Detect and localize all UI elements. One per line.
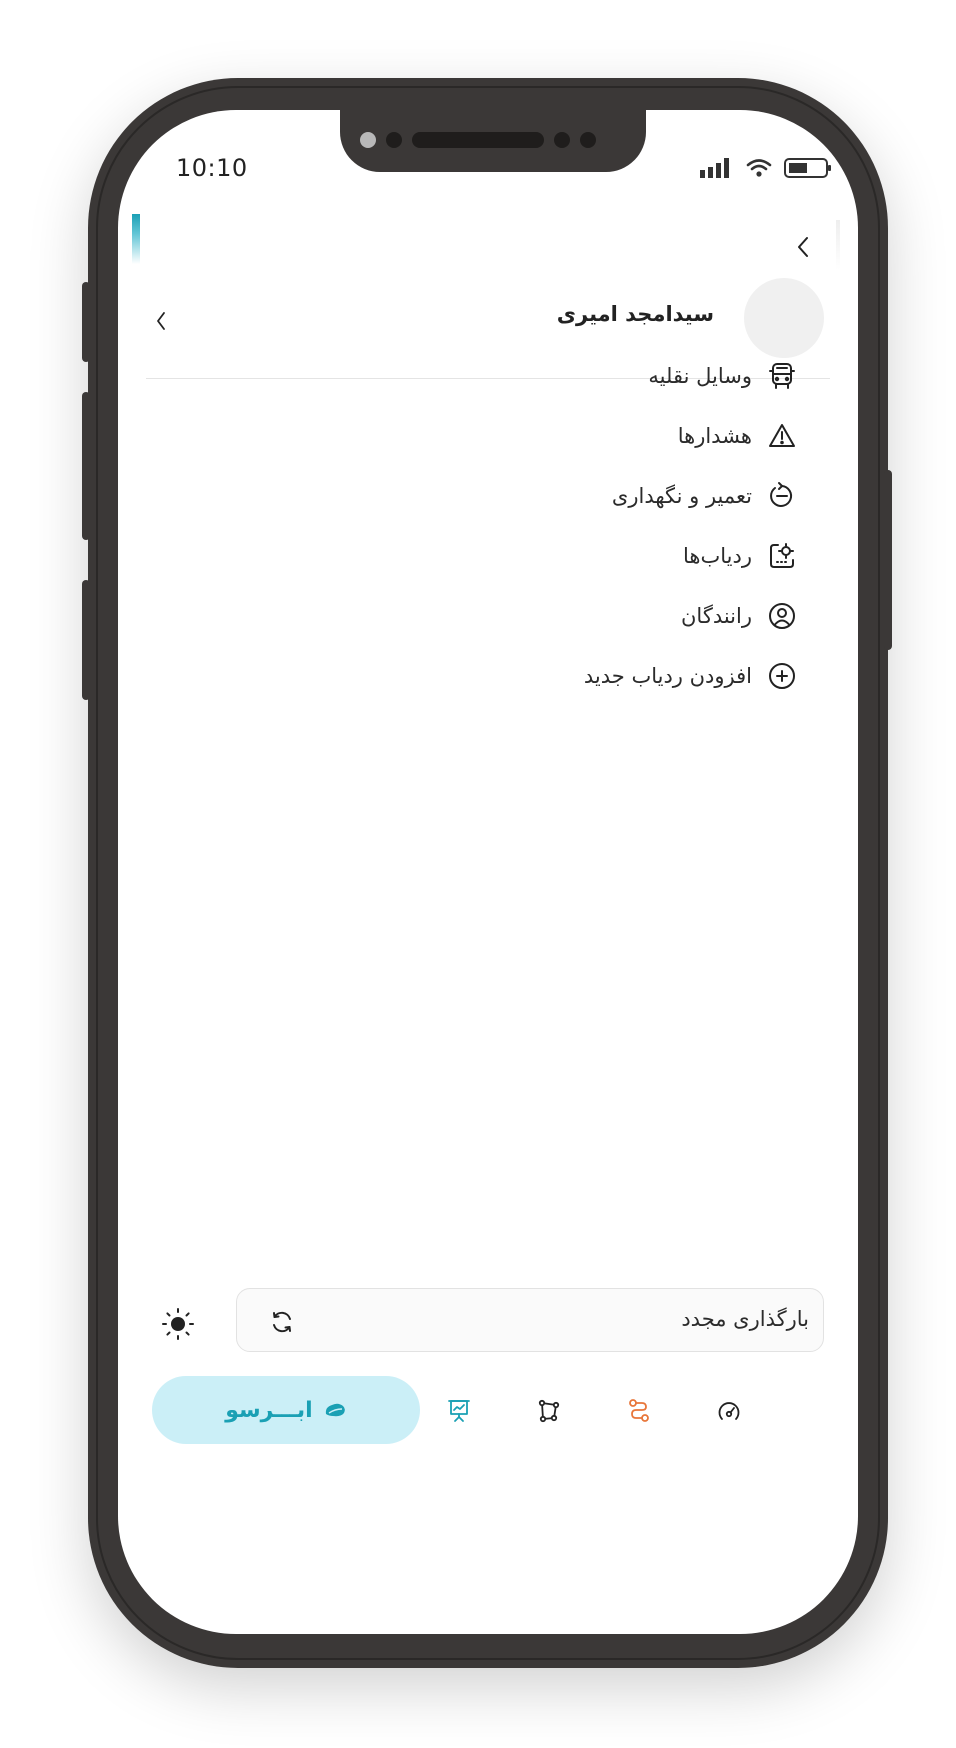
route-icon: [629, 1399, 649, 1422]
earpiece-speaker: [412, 132, 544, 148]
wifi-icon: [746, 159, 772, 177]
tab-routes[interactable]: [624, 1396, 654, 1426]
avatar[interactable]: [744, 278, 824, 358]
bus-icon: [766, 360, 798, 392]
menu-item-label: وسایل نقلیه: [648, 364, 752, 388]
cloud-leaf-icon: [325, 1403, 345, 1417]
menu-item-maintenance[interactable]: تعمیر و نگهداری: [612, 476, 798, 516]
front-camera: [580, 132, 596, 148]
power-button: [884, 470, 892, 650]
menu-item-alerts[interactable]: هشدارها: [678, 416, 798, 456]
driver-icon: [766, 600, 798, 632]
silent-switch: [82, 282, 90, 362]
front-sensor: [360, 132, 376, 148]
front-camera: [554, 132, 570, 148]
tab-reports[interactable]: [444, 1396, 474, 1426]
close-drawer-button[interactable]: [790, 234, 816, 260]
refresh-icon: [273, 1311, 291, 1333]
maintenance-icon: [766, 480, 798, 512]
phone-screen: 10:10 سیدامجد امیری وسایل نقلیه هشدارها …: [118, 110, 858, 1634]
menu-item-vehicles[interactable]: وسایل نقلیه: [648, 356, 798, 396]
volume-down-button: [82, 580, 90, 700]
menu-item-label: ردیاب‌ها: [683, 544, 752, 568]
tab-geofence[interactable]: [534, 1396, 564, 1426]
menu-item-label: رانندگان: [681, 604, 752, 628]
menu-item-label: تعمیر و نگهداری: [611, 484, 752, 508]
signal-icon: [700, 158, 729, 178]
gauge-icon: [718, 1402, 740, 1420]
menu-item-trackers[interactable]: ردیاب‌ها: [683, 536, 798, 576]
brand-button[interactable]: ابـــرسو: [152, 1376, 420, 1444]
chevron-left-icon: [798, 237, 808, 257]
theme-toggle-button[interactable]: [160, 1306, 196, 1342]
user-name: سیدامجد امیری: [556, 302, 714, 326]
profile-chevron-button[interactable]: [148, 308, 174, 334]
presentation-chart-icon: [448, 1400, 470, 1422]
brand-label: ابـــرسو: [225, 1397, 313, 1423]
tab-dashboard[interactable]: [714, 1396, 744, 1426]
reload-label: بارگذاری مجدد: [681, 1307, 809, 1331]
battery-icon: [784, 158, 831, 178]
background-fragment: [836, 220, 840, 270]
polygon-icon: [538, 1399, 560, 1423]
sun-icon: [162, 1308, 194, 1340]
profile-header[interactable]: سیدامجد امیری: [132, 278, 838, 362]
front-sensor: [386, 132, 402, 148]
notch: [340, 110, 646, 172]
menu-item-label: افزودن ردیاب جدید: [583, 664, 752, 688]
menu-item-add-tracker[interactable]: افزودن ردیاب جدید: [584, 656, 798, 696]
add-circle-icon: [766, 660, 798, 692]
reload-button[interactable]: بارگذاری مجدد: [236, 1288, 824, 1352]
menu-item-label: هشدارها: [677, 424, 752, 448]
drawer-footer: بارگذاری مجدد: [118, 1288, 858, 1358]
status-icons: [700, 156, 832, 180]
background-fragment: [132, 214, 140, 264]
chevron-left-icon: [157, 312, 165, 330]
warning-icon: [766, 420, 798, 452]
menu-item-drivers[interactable]: رانندگان: [681, 596, 798, 636]
status-time: 10:10: [176, 154, 248, 182]
bottom-tab-bar: ابـــرسو: [118, 1376, 858, 1448]
volume-up-button: [82, 392, 90, 540]
tracker-icon: [766, 540, 798, 572]
